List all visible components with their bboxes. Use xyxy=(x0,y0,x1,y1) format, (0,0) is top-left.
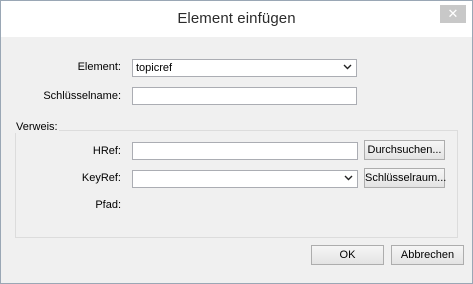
keyref-select[interactable] xyxy=(132,170,358,188)
chevron-down-icon xyxy=(344,171,353,189)
key-name-field[interactable] xyxy=(132,87,357,105)
element-label: Element: xyxy=(77,61,121,73)
path-label: Pfad: xyxy=(95,199,121,211)
dialog-body: Element: topicref Schlüsselname: Verweis… xyxy=(9,37,464,275)
close-icon: ✕ xyxy=(447,6,459,21)
reference-group-label: Verweis: xyxy=(15,121,59,133)
key-name-label: Schlüsselname: xyxy=(43,90,121,102)
chevron-down-icon xyxy=(343,60,352,78)
element-select-value: topicref xyxy=(136,62,173,74)
element-select[interactable]: topicref xyxy=(132,59,357,77)
insert-element-dialog: Element einfügen ✕ Element: topicref Sch… xyxy=(0,0,473,284)
dialog-title: Element einfügen xyxy=(177,10,296,27)
keyspace-button[interactable]: Schlüsselraum... xyxy=(364,168,446,188)
close-button[interactable]: ✕ xyxy=(440,5,466,23)
keyref-label: KeyRef: xyxy=(81,172,121,184)
cancel-button[interactable]: Abbrechen xyxy=(391,245,464,265)
title-bar: Element einfügen ✕ xyxy=(1,1,472,37)
href-field[interactable] xyxy=(132,142,358,160)
browse-button[interactable]: Durchsuchen... xyxy=(364,140,445,160)
href-label: HRef: xyxy=(92,145,121,157)
ok-button[interactable]: OK xyxy=(311,245,384,265)
